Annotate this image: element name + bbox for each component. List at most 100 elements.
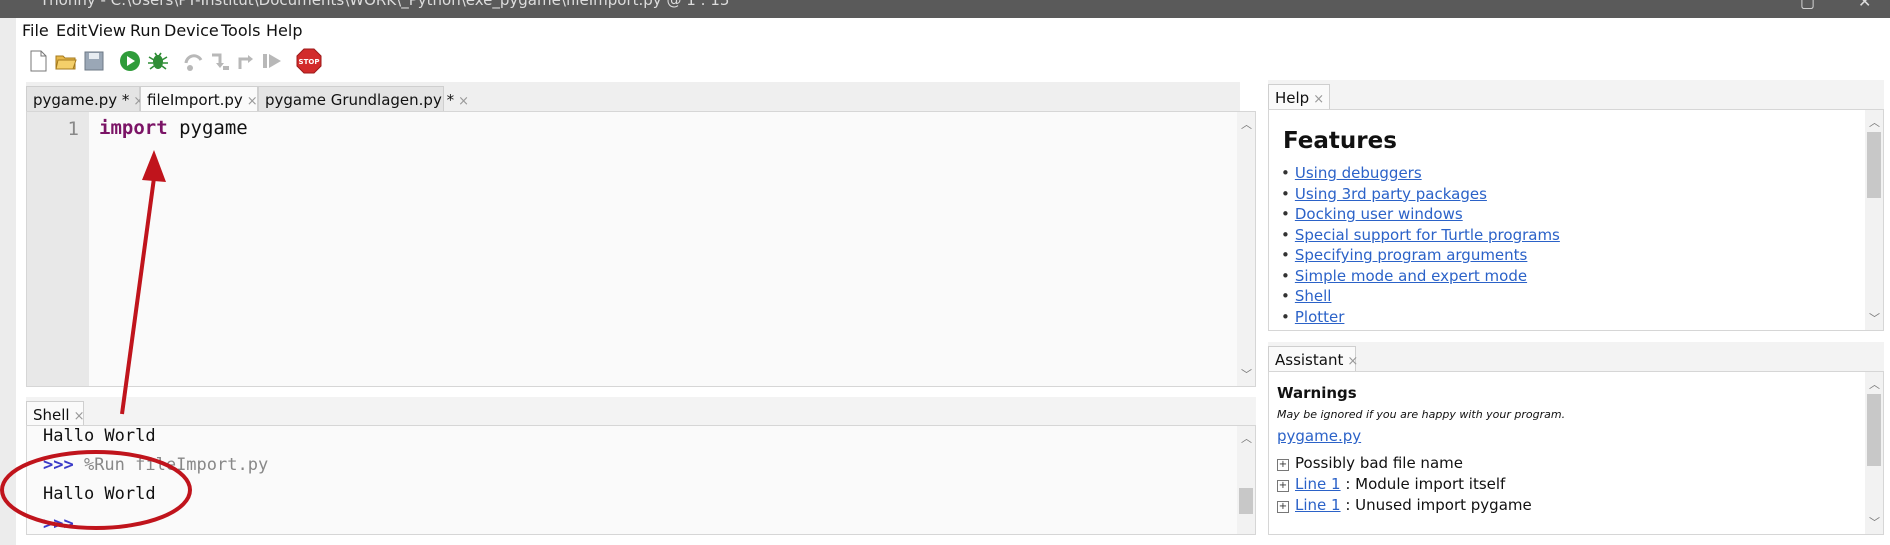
shell-command-line: >>> %Run fileImport.py [43, 455, 268, 475]
tab-pygame-grundlagen[interactable]: pygame Grundlagen.py * × [258, 86, 469, 112]
close-icon[interactable]: × [247, 94, 258, 109]
warnings-subtitle: May be ignored if you are happy with you… [1277, 408, 1566, 421]
help-link[interactable]: Shell [1295, 287, 1332, 305]
open-file-icon[interactable] [54, 49, 78, 73]
tab-label: Shell [33, 406, 70, 424]
tab-label: Help [1275, 89, 1310, 107]
close-icon[interactable]: × [458, 94, 469, 109]
chevron-down-icon[interactable]: ﹀ [1869, 310, 1880, 326]
tab-label: Assistant [1275, 351, 1344, 369]
line-link[interactable]: Line 1 [1295, 475, 1341, 493]
code-line-1[interactable]: import pygame [99, 117, 248, 139]
resume-icon[interactable] [260, 49, 284, 73]
menu-view[interactable]: View [88, 21, 126, 40]
scroll-thumb[interactable] [1867, 132, 1881, 198]
chevron-up-icon[interactable]: ︿ [1241, 116, 1252, 132]
list-item: • Using debuggers [1281, 164, 1422, 182]
save-icon[interactable] [82, 49, 106, 73]
shell-scrollbar[interactable]: ︿ [1237, 426, 1255, 534]
list-item: • Shell [1281, 287, 1332, 305]
step-over-icon[interactable] [182, 49, 206, 73]
close-icon[interactable]: × [1313, 92, 1324, 107]
file-link[interactable]: pygame.py [1277, 427, 1361, 445]
code-keyword: import [99, 117, 168, 139]
tab-label: pygame Grundlagen.py * [265, 91, 455, 109]
list-item: • Using 3rd party packages [1281, 184, 1487, 203]
help-link[interactable]: Plotter [1295, 308, 1345, 326]
menu-edit[interactable]: Edit [56, 21, 87, 40]
close-icon[interactable]: × [74, 409, 85, 424]
assistant-tab-bar: Assistant × [1268, 342, 1884, 372]
help-panel: Features • Using debuggers • Using 3rd par… [1268, 109, 1884, 331]
title-bar: Thonny - C:\Users\PT-Institut\Documents\… [0, 0, 1890, 18]
help-link[interactable]: Simple mode and expert mode [1295, 267, 1527, 285]
step-into-icon[interactable] [208, 49, 232, 73]
expand-icon[interactable]: + [1277, 501, 1289, 513]
list-item: • Docking user windows [1281, 205, 1463, 223]
help-scrollbar[interactable]: ︿ ﹀ [1865, 110, 1883, 330]
tab-pygame[interactable]: pygame.py * × [26, 86, 144, 112]
menu-tools[interactable]: Tools [221, 21, 260, 40]
scroll-thumb[interactable] [1867, 394, 1881, 466]
new-file-icon[interactable] [26, 49, 50, 73]
shell-prompt-glyph: >>> [43, 514, 74, 534]
tab-help[interactable]: Help × [1268, 84, 1330, 110]
chevron-down-icon[interactable]: ﹀ [1241, 366, 1252, 382]
expand-icon[interactable]: + [1277, 480, 1289, 492]
menu-file[interactable]: File [22, 21, 49, 40]
shell-output-line: Hallo World [43, 426, 156, 446]
debug-icon[interactable] [146, 49, 170, 73]
shell-panel[interactable]: Hallo World >>> %Run fileImport.py Hallo… [26, 425, 1256, 535]
help-heading: Features [1283, 128, 1397, 154]
scroll-thumb[interactable] [1239, 488, 1253, 514]
warning-item: + Line 1 : Unused import pygame [1277, 496, 1532, 514]
close-icon[interactable]: × [1347, 354, 1358, 369]
toolbar: STOP [16, 43, 1890, 79]
shell-tab-bar: Shell × [26, 397, 1256, 427]
help-link[interactable]: Specifying program arguments [1295, 246, 1528, 264]
run-icon[interactable] [118, 49, 142, 73]
step-out-icon[interactable] [234, 49, 258, 73]
warning-item: + Line 1 : Module import itself [1277, 475, 1506, 493]
shell-output-line: Hallo World [43, 484, 156, 504]
line-number: 1 [67, 118, 79, 140]
assistant-panel: Warnings May be ignored if you are happy… [1268, 371, 1884, 535]
expand-icon[interactable]: + [1277, 459, 1289, 471]
code-module: pygame [167, 117, 248, 139]
maximize-icon[interactable]: ▢ [1800, 0, 1815, 11]
menu-run[interactable]: Run [130, 21, 161, 40]
menu-device[interactable]: Device [164, 21, 219, 40]
close-window-icon[interactable]: ✕ [1858, 0, 1871, 11]
help-link[interactable]: Using 3rd party packages [1295, 185, 1487, 203]
stop-icon[interactable]: STOP [296, 48, 322, 74]
list-item: • Special support for Turtle programs [1281, 225, 1560, 244]
line-link[interactable]: Line 1 [1295, 496, 1341, 514]
window-edge [0, 18, 16, 545]
tab-label: fileImport.py [147, 91, 243, 109]
tab-fileimport[interactable]: fileImport.py × [140, 86, 258, 112]
help-link[interactable]: Special support for Turtle programs [1295, 226, 1560, 244]
help-link[interactable]: Docking user windows [1295, 205, 1463, 223]
list-item: • Plotter [1281, 307, 1345, 326]
code-editor[interactable]: 1 import pygame ︿ ﹀ [26, 111, 1256, 387]
features-list: • Using debuggers • Using 3rd party packag… [1281, 164, 1560, 328]
menu-bar: File Edit View Run Device Tools Help [16, 18, 1890, 43]
chevron-up-icon[interactable]: ︿ [1869, 114, 1880, 130]
chevron-up-icon[interactable]: ︿ [1241, 430, 1252, 446]
window-title: Thonny - C:\Users\PT-Institut\Documents\… [40, 0, 730, 9]
chevron-up-icon[interactable]: ︿ [1869, 376, 1880, 392]
assistant-scrollbar[interactable]: ︿ ﹀ [1865, 372, 1883, 534]
warning-item: + Possibly bad file name [1277, 454, 1463, 472]
shell-prompt[interactable]: >>> [43, 514, 74, 534]
tab-shell[interactable]: Shell × [26, 401, 85, 427]
shell-prompt: >>> [43, 455, 74, 475]
editor-scrollbar[interactable]: ︿ ﹀ [1237, 112, 1255, 386]
tab-assistant[interactable]: Assistant × [1268, 346, 1358, 372]
tab-label: pygame.py * [33, 91, 130, 109]
menu-help[interactable]: Help [266, 21, 302, 40]
editor-tab-bar: pygame.py * × fileImport.py × pygame Grund… [26, 82, 1240, 112]
chevron-down-icon[interactable]: ﹀ [1869, 514, 1880, 530]
help-link[interactable]: Using debuggers [1295, 164, 1422, 182]
line-number-gutter: 1 [27, 112, 89, 386]
stop-label: STOP [299, 58, 320, 66]
